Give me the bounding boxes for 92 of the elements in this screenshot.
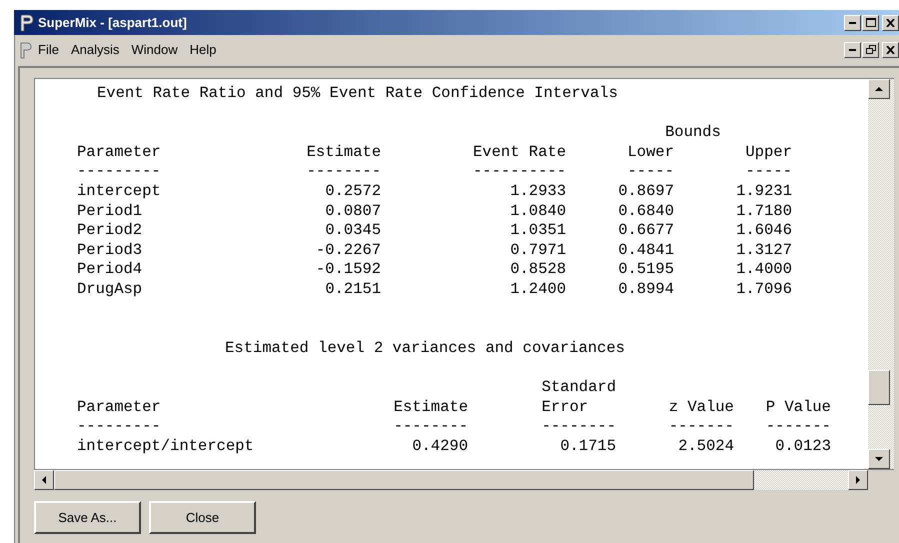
table-cell-text: Period1 [77, 202, 144, 222]
maximize-icon [866, 18, 876, 27]
table-cell-text: 0.6677 [617, 221, 674, 241]
table-cell-text: 1.6046 [735, 221, 792, 241]
table-cell-text: 0.4290 [411, 436, 468, 456]
table-cell-text: 1.2400 [509, 280, 566, 300]
left-arrow-icon [41, 476, 47, 484]
right-arrow-icon [855, 476, 861, 484]
section-title: Estimated level 2 variances and covariances [225, 338, 625, 357]
table-cell-text: 1.7096 [735, 280, 792, 300]
table-cell-text: 1.7180 [735, 202, 792, 222]
scroll-thumb[interactable] [54, 470, 754, 490]
horizontal-scrollbar[interactable] [34, 470, 868, 490]
menu-item[interactable]: File [32, 40, 65, 59]
menu-item[interactable]: Window [125, 40, 184, 59]
column-header: Error [540, 398, 590, 418]
table-cell-text: 0.0807 [324, 202, 381, 222]
table-cell-text: 2.5024 [677, 436, 734, 456]
app-logo-icon [18, 14, 34, 32]
menu-item[interactable]: Help [184, 40, 222, 59]
table-cell-text: 0.2151 [324, 280, 381, 300]
maximize-button[interactable] [862, 14, 879, 30]
close-icon [886, 18, 895, 26]
dash-rule: --------- [77, 417, 162, 437]
up-arrow-icon [875, 86, 883, 92]
table-cell-text: 1.9231 [735, 182, 792, 202]
column-group-header: Bounds [664, 123, 721, 143]
dash-rule: ------- [764, 417, 831, 437]
dash-rule: ---------- [472, 162, 566, 182]
restore-button[interactable] [862, 42, 879, 58]
table-cell-text: 1.0840 [509, 202, 566, 222]
window-title: SuperMix - [aspart1.out] [38, 15, 188, 30]
table-cell-text: Period2 [77, 221, 144, 241]
minimize-button[interactable] [844, 14, 861, 30]
table-cell-text: Period3 [77, 240, 144, 260]
scroll-down-button[interactable] [868, 449, 890, 469]
section-title: Event Rate Ratio and 95% Event Rate Confidence Intervals [97, 84, 618, 102]
scroll-up-button[interactable] [868, 79, 890, 99]
scroll-left-button[interactable] [34, 470, 54, 490]
table-cell-text: 1.2933 [509, 182, 566, 202]
table-cell-text: 0.7971 [509, 240, 566, 260]
dash-rule: -------- [306, 162, 381, 182]
table-cell-text: 0.8994 [617, 280, 674, 300]
scroll-right-button[interactable] [848, 470, 868, 490]
table-cell-text: 0.1715 [559, 436, 616, 456]
table-cell-text: 0.4841 [617, 240, 674, 260]
column-header: Parameter [77, 398, 162, 418]
document-logo-icon [18, 40, 32, 58]
table-cell-text: 0.8697 [617, 182, 674, 202]
menu-item[interactable]: Analysis [64, 40, 126, 59]
table-cell-text: -0.2267 [314, 240, 381, 260]
table-cell-text: 1.0351 [509, 221, 566, 241]
column-header: Upper [744, 142, 792, 162]
column-header: Estimate [392, 398, 468, 418]
column-header: Event Rate [472, 142, 566, 162]
table-cell-text: 0.6840 [617, 202, 674, 222]
restore-icon [866, 45, 876, 54]
table-cell-text: 0.5195 [617, 260, 674, 280]
dash-rule: -------- [392, 417, 468, 437]
column-header: P Value [764, 398, 831, 418]
minimize-icon [849, 48, 856, 50]
dash-rule: ----- [626, 162, 674, 182]
table-cell-text: 1.4000 [735, 260, 792, 280]
table-cell-text: 1.3127 [735, 240, 792, 260]
close-icon [886, 46, 895, 54]
close-button[interactable] [882, 14, 899, 30]
column-header: Parameter [77, 142, 162, 162]
dash-rule: ----- [744, 162, 792, 182]
column-header: Lower [626, 142, 674, 162]
vertical-scrollbar[interactable] [868, 79, 894, 469]
table-cell-text: 0.0123 [774, 436, 831, 456]
save-as-button[interactable]: Save As... [34, 501, 141, 534]
column-header: Estimate [306, 142, 381, 162]
column-header: z Value [668, 398, 734, 418]
table-cell-text: Period4 [77, 260, 144, 280]
table-cell-text: 0.2572 [324, 182, 381, 202]
table-cell-text: 0.0345 [324, 221, 381, 241]
table-cell-text: 0.8528 [509, 260, 566, 280]
table-cell-text: intercept/intercept [77, 436, 255, 456]
close-button[interactable]: Close [149, 501, 256, 534]
table-cell-text: intercept [77, 182, 162, 202]
scroll-thumb[interactable] [868, 370, 890, 405]
down-arrow-icon [875, 456, 883, 462]
minimize-button[interactable] [844, 42, 861, 58]
dash-rule: ------- [668, 417, 734, 437]
close-button[interactable] [882, 42, 899, 58]
dash-rule: -------- [540, 417, 616, 437]
dash-rule: --------- [77, 162, 162, 182]
table-cell-text: DrugAsp [77, 280, 144, 300]
table-cell-text: -0.1592 [314, 260, 381, 280]
column-group-header: Standard [540, 378, 616, 398]
minimize-icon [849, 22, 856, 24]
